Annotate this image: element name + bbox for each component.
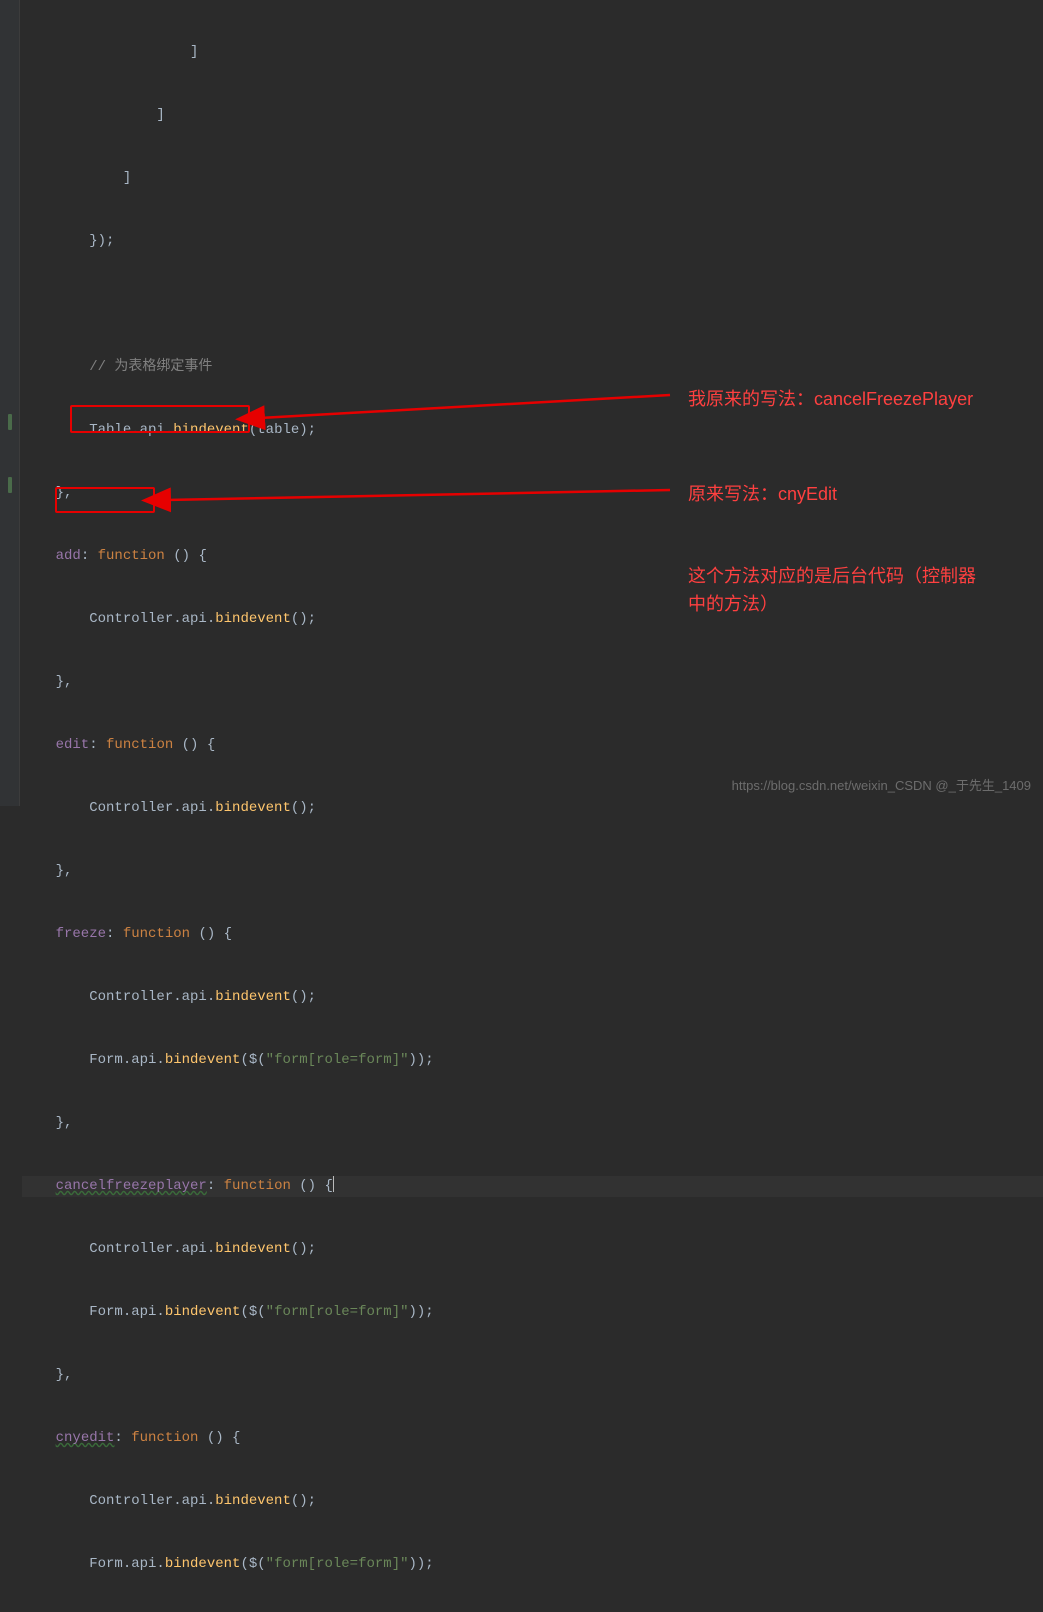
code-text: .api. — [131, 422, 173, 438]
code-text: (); — [291, 989, 316, 1005]
code-text: "form[role=form]" — [266, 1052, 409, 1068]
code-text: Controller.api. — [22, 989, 215, 1005]
code-text: ($( — [240, 1556, 265, 1572]
code-text: () { — [291, 1178, 333, 1194]
code-text: () { — [190, 926, 232, 942]
code-text: function — [131, 1430, 198, 1446]
editor-gutter — [0, 0, 20, 806]
code-text: : — [106, 926, 123, 942]
code-text: Controller.api. — [22, 1493, 215, 1509]
code-text: ] — [22, 44, 198, 60]
code-text: Form.api. — [22, 1556, 165, 1572]
code-text: bindevent — [215, 611, 291, 627]
code-text: }, — [22, 485, 72, 501]
code-text: bindevent — [215, 1241, 291, 1257]
code-text: }, — [22, 674, 72, 690]
code-text — [22, 1430, 56, 1446]
code-text: Controller.api. — [22, 800, 215, 816]
code-text: edit — [22, 737, 89, 753]
code-text: )); — [409, 1052, 434, 1068]
watermark: https://blog.csdn.net/weixin_CSDN @_于先生_… — [732, 775, 1031, 794]
code-text: (); — [291, 611, 316, 627]
code-text: )); — [409, 1556, 434, 1572]
code-text — [22, 1178, 56, 1194]
code-text: function — [106, 737, 173, 753]
code-text: bindevent — [165, 1556, 241, 1572]
code-text: (table); — [249, 422, 316, 438]
code-text: : — [207, 1178, 224, 1194]
code-text: () { — [173, 737, 215, 753]
code-text: : — [114, 1430, 131, 1446]
code-text: (); — [291, 1241, 316, 1257]
text-caret — [333, 1176, 334, 1192]
code-text: bindevent — [215, 1493, 291, 1509]
code-text: Controller.api. — [22, 1241, 215, 1257]
code-text: (); — [291, 1493, 316, 1509]
code-prop-cancelfreezeplayer: cancelfreezeplayer — [56, 1178, 207, 1194]
code-text: "form[role=form]" — [266, 1556, 409, 1572]
code-prop-cnyedit: cnyedit — [56, 1430, 115, 1446]
code-text: }, — [22, 1115, 72, 1131]
code-text: : — [89, 737, 106, 753]
code-text: bindevent — [165, 1304, 241, 1320]
code-text: }); — [22, 233, 114, 249]
annotation-text-1: 我原来的写法：cancelFreezePlayer — [688, 385, 973, 411]
code-text: Table — [22, 422, 131, 438]
code-text: bindevent — [165, 1052, 241, 1068]
code-text: () { — [198, 1430, 240, 1446]
code-text: bindevent — [215, 989, 291, 1005]
code-text: ] — [22, 170, 131, 186]
code-text: "form[role=form]" — [266, 1304, 409, 1320]
code-text: ($( — [240, 1304, 265, 1320]
annotation-text-3b: 中的方法） — [688, 590, 778, 616]
code-text: bindevent — [173, 422, 249, 438]
code-text: Form.api. — [22, 1304, 165, 1320]
code-text: (); — [291, 800, 316, 816]
code-text: freeze — [22, 926, 106, 942]
code-text: : — [81, 548, 98, 564]
code-text: bindevent — [215, 800, 291, 816]
code-text: }, — [22, 863, 72, 879]
code-text: )); — [409, 1304, 434, 1320]
code-text: () { — [165, 548, 207, 564]
code-text: ($( — [240, 1052, 265, 1068]
code-editor[interactable]: ] ] ] }); // 为表格绑定事件 Table.api.bindevent… — [22, 0, 1043, 1612]
code-text: ] — [22, 107, 165, 123]
annotation-text-3a: 这个方法对应的是后台代码（控制器 — [688, 562, 976, 588]
code-text: Form.api. — [22, 1052, 165, 1068]
code-text: function — [98, 548, 165, 564]
annotation-text-2: 原来写法：cnyEdit — [688, 480, 837, 506]
code-text: Controller.api. — [22, 611, 215, 627]
code-text: add — [22, 548, 81, 564]
code-text: function — [123, 926, 190, 942]
code-text: function — [224, 1178, 291, 1194]
code-comment: // 为表格绑定事件 — [22, 359, 212, 375]
code-text: }, — [22, 1367, 72, 1383]
